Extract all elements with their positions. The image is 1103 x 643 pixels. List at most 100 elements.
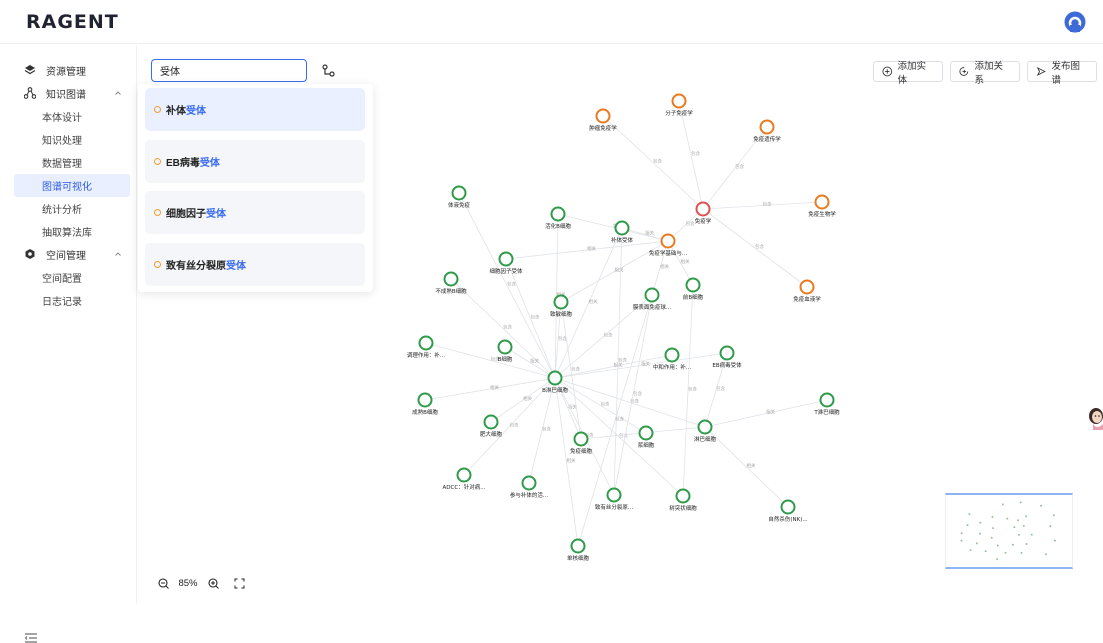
result-keyword: 受体 [186, 106, 206, 117]
edge-label: 相关 [747, 462, 756, 469]
result-dot-icon [154, 106, 161, 113]
graph-node[interactable] [695, 201, 711, 217]
graph-node[interactable] [497, 339, 513, 355]
zoom-in-button[interactable] [202, 573, 224, 593]
graph-node[interactable] [638, 425, 654, 441]
minimap-node [975, 542, 978, 545]
edge-label: 包含 [542, 426, 551, 433]
minimap-node [1011, 543, 1014, 546]
graph-node-label: 参与补体的活... [510, 491, 548, 499]
publish-graph-label: 发布图谱 [1051, 60, 1081, 86]
minimap-node [1006, 517, 1009, 520]
graph-node[interactable] [553, 294, 569, 310]
minimap-node [969, 549, 972, 552]
edge-label: 包含 [503, 324, 512, 331]
publish-graph-button[interactable]: 发布图谱 [1027, 61, 1097, 86]
graph-node-label: 免疫学 [695, 217, 712, 225]
edge-label: 相关 [681, 258, 690, 265]
graph-node-label: 不成熟B细胞 [435, 287, 467, 295]
edge-label: 相关 [490, 384, 499, 391]
add-entity-button[interactable]: 添加实体 [873, 61, 943, 86]
graph-node[interactable] [697, 419, 713, 435]
minimap-node [1025, 543, 1028, 546]
graph-node[interactable] [685, 277, 701, 293]
graph-node-label: 膜表面免疫球... [633, 303, 671, 311]
graph-node[interactable] [664, 347, 680, 363]
zoom-level: 85% [178, 577, 198, 589]
graph-node[interactable] [456, 467, 472, 483]
minimap-node [984, 550, 987, 553]
graph-node[interactable] [671, 93, 687, 109]
plus-circle-icon [882, 66, 893, 77]
search-result-item[interactable]: 补体 受体 [145, 88, 365, 131]
graph-node[interactable] [547, 370, 563, 386]
graph-node[interactable] [780, 499, 796, 515]
graph-node-label: 树突状细胞 [669, 504, 697, 512]
graph-node-label: T淋巴细胞 [813, 408, 840, 416]
zoom-controls: 85% [152, 572, 250, 594]
search-result-item[interactable]: EB病毒 受体 [145, 140, 365, 183]
search-dropdown: 补体 受体 EB病毒 受体 细胞因子 受体 致有丝分裂原 受体 [138, 84, 373, 292]
search-input[interactable] [151, 59, 307, 82]
graph-node[interactable] [719, 345, 735, 361]
minimap-node [1017, 519, 1019, 522]
graph-node[interactable] [814, 194, 830, 210]
minimap-node [1019, 501, 1022, 504]
minimap-node [996, 558, 999, 561]
result-keyword: 受体 [206, 209, 226, 220]
edge-label: 相关 [589, 298, 598, 305]
graph-node[interactable] [451, 185, 467, 201]
graph-node[interactable] [799, 279, 815, 295]
graph-node[interactable] [759, 119, 775, 135]
minimap-node [960, 532, 963, 535]
minimap-node [1053, 539, 1056, 542]
search-result-item[interactable]: 细胞因子 受体 [145, 191, 365, 234]
graph-node[interactable] [483, 414, 499, 430]
result-prefix: 致有丝分裂原 [166, 261, 226, 272]
graph-node[interactable] [550, 206, 566, 222]
collapse-sidebar-icon[interactable] [24, 633, 38, 643]
graph-node[interactable] [443, 271, 459, 287]
edge-label: 相关 [523, 395, 532, 402]
graph-node-label: 分子免疫学 [665, 109, 693, 117]
filter-icon[interactable] [320, 63, 336, 79]
zoom-in-icon [207, 577, 219, 589]
graph-node[interactable] [606, 487, 622, 503]
edge-label: 包含 [716, 385, 725, 392]
graph-node[interactable] [660, 233, 676, 249]
minimap-node [1022, 524, 1025, 527]
graph-node[interactable] [644, 287, 660, 303]
graph-node[interactable] [819, 392, 835, 408]
edge-label: 相关 [587, 245, 596, 252]
graph-node[interactable] [570, 538, 586, 554]
edge-label: 包含 [688, 386, 697, 393]
graph-node[interactable] [418, 335, 434, 351]
zoom-out-button[interactable] [152, 573, 174, 593]
minimap-node [968, 513, 971, 516]
graph-node-label: 肥大细胞 [480, 430, 503, 438]
graph-node[interactable] [498, 251, 514, 267]
graph-minimap[interactable] [945, 493, 1073, 569]
graph-node-label: 中和作用：补... [653, 363, 691, 371]
edge-label: 包含 [691, 150, 700, 157]
graph-node[interactable] [614, 220, 630, 236]
graph-node-label: 免疫生物学 [808, 210, 836, 218]
graph-node[interactable] [521, 475, 537, 491]
minimap-node [1020, 551, 1023, 554]
assistant-avatar-icon[interactable] [1087, 406, 1103, 430]
graph-node[interactable] [573, 431, 589, 447]
fit-screen-button[interactable] [228, 573, 250, 593]
fullscreen-icon [234, 578, 244, 588]
add-relation-button[interactable]: 添加关系 [950, 61, 1020, 86]
graph-node-label: B淋巴细胞 [542, 386, 568, 394]
search-result-item[interactable]: 致有丝分裂原 受体 [145, 243, 365, 286]
edge-label: 包含 [604, 332, 613, 339]
graph-node[interactable] [595, 108, 611, 124]
edge-label: 包含 [615, 416, 624, 423]
result-prefix: EB病毒 [166, 158, 200, 169]
graph-node[interactable] [417, 392, 433, 408]
send-icon [1036, 67, 1046, 76]
graph-node-label: 细胞因子受体 [489, 267, 523, 275]
edge-label: 包含 [510, 422, 519, 429]
graph-node[interactable] [675, 488, 691, 504]
